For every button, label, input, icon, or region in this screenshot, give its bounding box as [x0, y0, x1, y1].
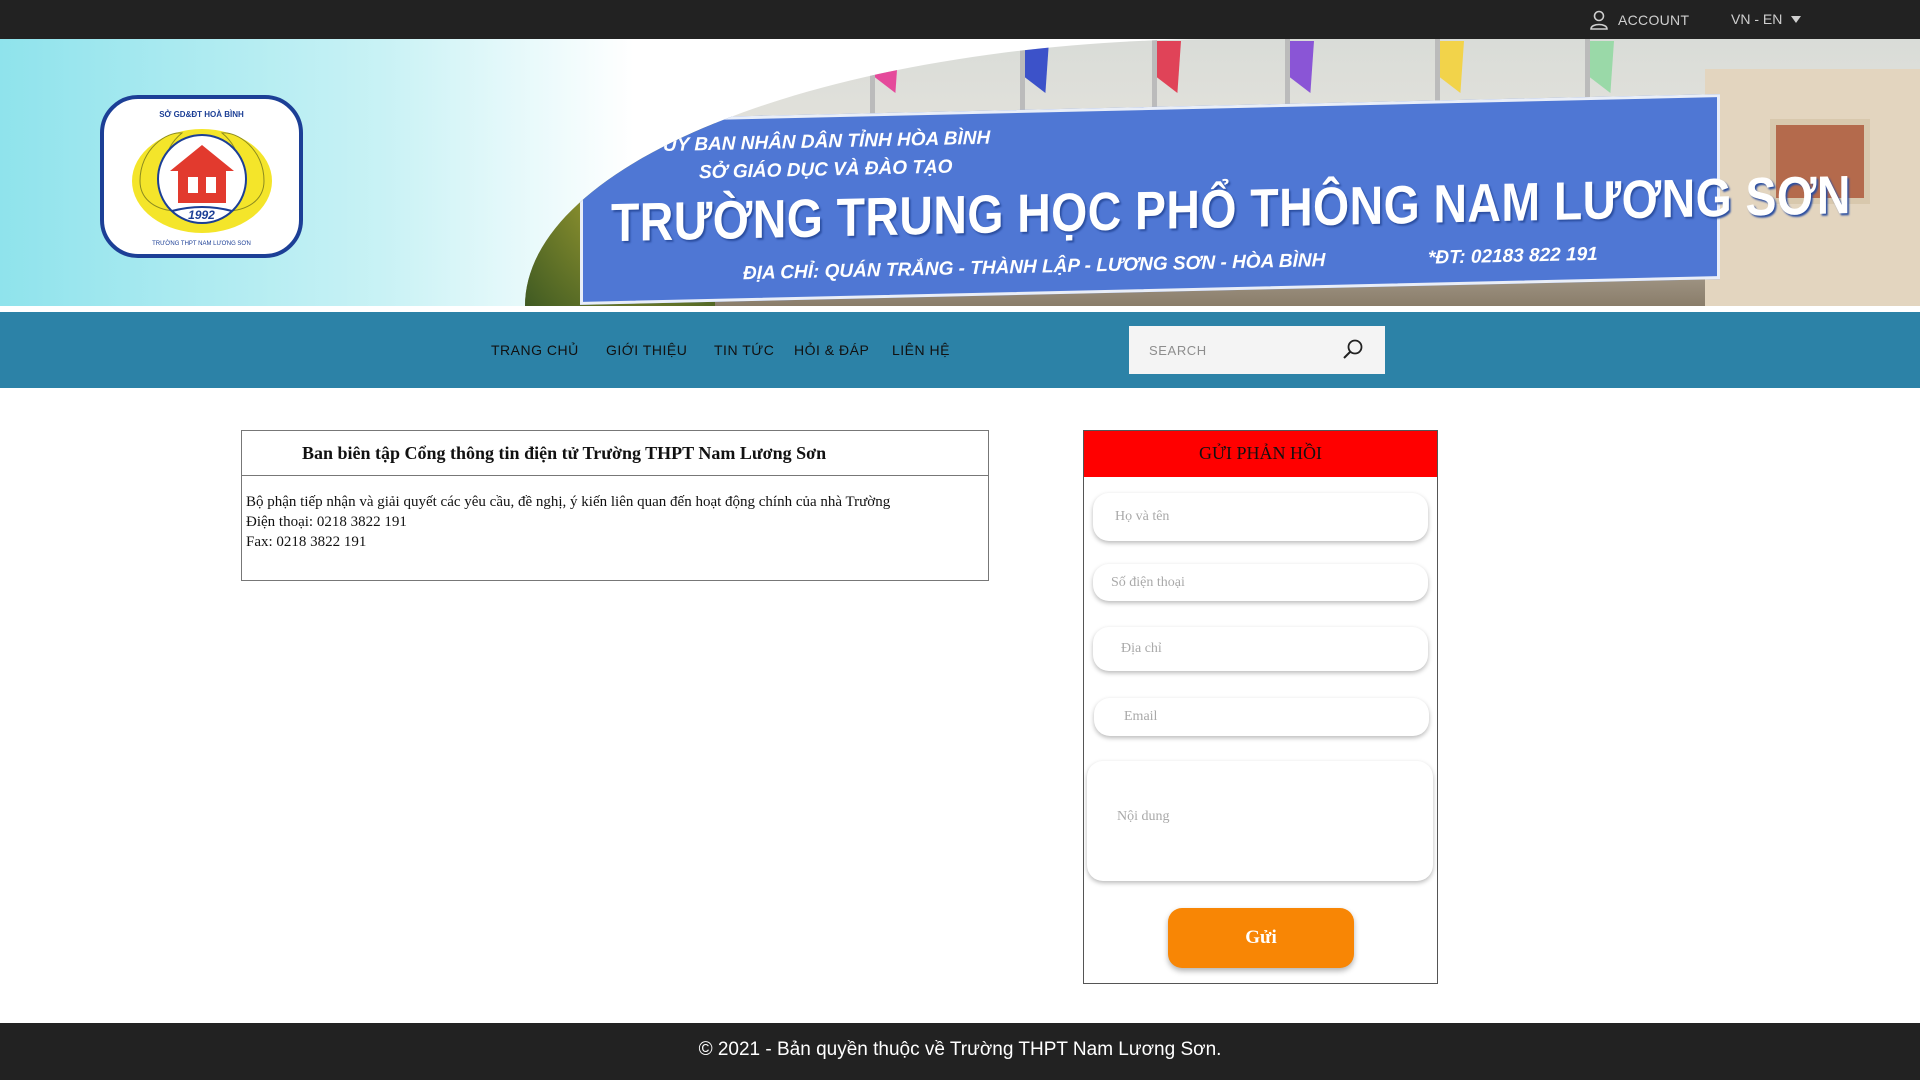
info-description: Bộ phận tiếp nhận và giải quyết các yêu … [246, 494, 891, 510]
feedback-title: GỬI PHẢN HỒI [1084, 431, 1437, 477]
top-bar: ACCOUNT VN - EN [0, 0, 1920, 39]
flag [875, 41, 899, 93]
address-field[interactable] [1093, 627, 1428, 671]
feedback-form: GỬI PHẢN HỒI Gửi [1083, 430, 1438, 984]
submit-button[interactable]: Gửi [1168, 908, 1354, 968]
school-logo[interactable]: SỞ GD&ĐT HOÀ BÌNH 1992 TRƯỜNG THPT NAM L… [100, 95, 303, 258]
search-icon[interactable] [1340, 337, 1366, 363]
sign-department-text: SỞ GIÁO DỤC VÀ ĐÀO TẠO [699, 156, 953, 184]
footer: © 2021 - Bản quyền thuộc về Trường THPT … [0, 1023, 1920, 1080]
sign-school-name: TRƯỜNG TRUNG HỌC PHỔ THÔNG NAM LƯƠNG SƠN [611, 165, 1851, 254]
info-fax: Fax: 0218 3822 191 [246, 534, 367, 550]
logo-year: 1992 [188, 208, 215, 222]
info-phone: Điện thoại: 0218 3822 191 [246, 514, 407, 530]
nav-item-qa[interactable]: HỎI & ĐÁP [794, 342, 869, 358]
account-label: ACCOUNT [1618, 12, 1690, 28]
sign-address: ĐỊA CHỈ: QUÁN TRẮNG - THÀNH LẬP - LƯƠNG … [743, 250, 1326, 285]
phone-field[interactable] [1093, 564, 1428, 601]
name-field[interactable] [1093, 493, 1428, 541]
flag [1025, 41, 1049, 93]
caret-down-icon [1791, 15, 1802, 23]
email-field[interactable] [1094, 698, 1429, 736]
nav-item-news[interactable]: TIN TỨC [714, 342, 774, 358]
content-field[interactable] [1087, 761, 1433, 881]
flag [1290, 41, 1314, 93]
logo-top-text: SỞ GD&ĐT HOÀ BÌNH [159, 110, 244, 119]
language-label: VN - EN [1731, 11, 1783, 27]
info-title: Ban biên tập Cổng thông tin điện tử Trườ… [242, 431, 988, 476]
user-icon [1590, 10, 1608, 30]
editorial-info-panel: Ban biên tập Cổng thông tin điện tử Trườ… [241, 430, 989, 581]
header-banner: ỦY BAN NHÂN DÂN TỈNH HÒA BÌNH SỞ GIÁO DỤ… [0, 39, 1920, 306]
sign-phone: *ĐT: 02183 822 191 [1428, 243, 1598, 269]
language-switcher[interactable]: VN - EN [1731, 11, 1802, 27]
flag-pole [1020, 39, 1025, 119]
info-body: Bộ phận tiếp nhận và giải quyết các yêu … [242, 476, 988, 568]
flag-pole [870, 39, 875, 119]
school-gate-photo: ỦY BAN NHÂN DÂN TỈNH HÒA BÌNH SỞ GIÁO DỤ… [525, 39, 1920, 306]
flag [1157, 41, 1181, 93]
nav-item-home[interactable]: TRANG CHỦ [491, 342, 579, 358]
nav-item-contact[interactable]: LIÊN HỆ [892, 342, 950, 358]
sign-authority-text: ỦY BAN NHÂN DÂN TỈNH HÒA BÌNH [663, 127, 991, 157]
logo-bottom-text: TRƯỜNG THPT NAM LƯƠNG SƠN [152, 241, 251, 247]
copyright-text: © 2021 - Bản quyền thuộc về Trường THPT … [698, 1039, 1222, 1060]
flag [1590, 41, 1614, 93]
account-link[interactable]: ACCOUNT [1589, 9, 1689, 31]
flag [1440, 41, 1464, 93]
main-nav: TRANG CHỦ GIỚI THIỆU TIN TỨC HỎI & ĐÁP L… [0, 312, 1920, 388]
nav-item-about[interactable]: GIỚI THIỆU [606, 342, 687, 358]
school-sign: ỦY BAN NHÂN DÂN TỈNH HÒA BÌNH SỞ GIÁO DỤ… [580, 94, 1851, 305]
